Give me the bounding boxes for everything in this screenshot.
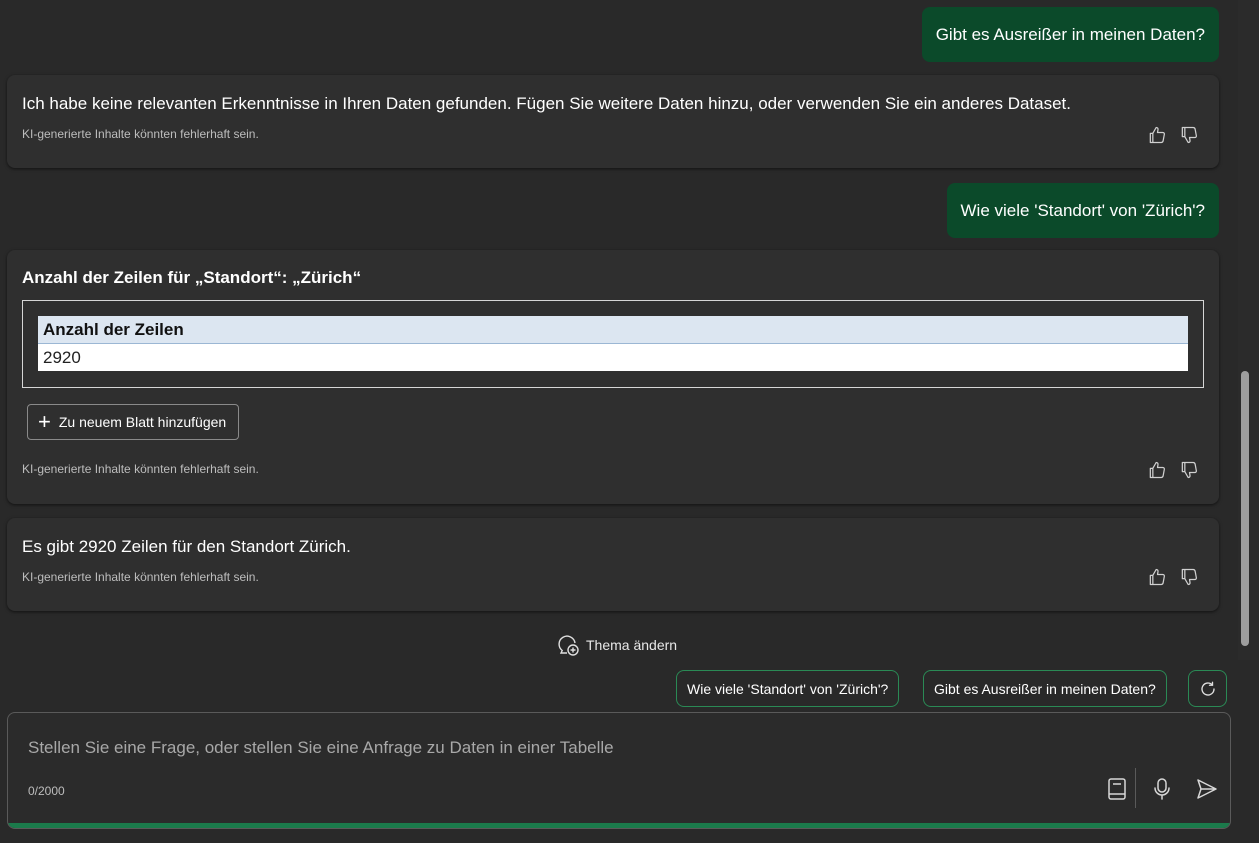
table-header: Anzahl der Zeilen (38, 316, 1188, 344)
result-table: Anzahl der Zeilen 2920 (38, 316, 1188, 371)
reply-text: Ich habe keine relevanten Erkenntnisse i… (22, 94, 1072, 113)
microphone-icon (1154, 778, 1170, 800)
add-to-new-sheet-button[interactable]: + Zu neuem Blatt hinzufügen (27, 404, 240, 440)
thumbs-down-icon[interactable] (1178, 124, 1200, 146)
thumbs-down-icon[interactable] (1178, 566, 1200, 588)
prompt-input[interactable] (28, 738, 1028, 758)
prompt-guide-button[interactable] (1103, 775, 1131, 803)
plus-icon: + (38, 409, 51, 434)
user-message: Wie viele 'Standort' von 'Zürich'? (946, 183, 1219, 238)
thumbs-up-icon[interactable] (1146, 459, 1168, 481)
scrollbar-thumb[interactable] (1241, 371, 1249, 646)
reply-text: Es gibt 2920 Zeilen für den Standort Zür… (22, 537, 351, 556)
send-icon (1197, 779, 1217, 799)
suggestion-chip[interactable]: Wie viele 'Standort' von 'Zürich'? (676, 670, 900, 707)
thumbs-down-icon[interactable] (1178, 459, 1200, 481)
result-table-frame: Anzahl der Zeilen 2920 (22, 300, 1204, 388)
suggestion-label: Wie viele 'Standort' von 'Zürich'? (687, 680, 889, 697)
send-button[interactable] (1193, 775, 1221, 803)
message-composer: 0/2000 (7, 712, 1231, 829)
table-cell: 2920 (38, 344, 1188, 371)
user-message-text: Gibt es Ausreißer in meinen Daten? (935, 24, 1205, 44)
character-counter: 0/2000 (28, 784, 65, 798)
composer-accent-bar (8, 823, 1230, 828)
user-message: Gibt es Ausreißer in meinen Daten? (921, 7, 1219, 62)
thumbs-up-icon[interactable] (1146, 566, 1168, 588)
assistant-reply-card: Anzahl der Zeilen für „Standort“: „Züric… (7, 250, 1219, 504)
change-topic-button[interactable]: Thema ändern (556, 633, 677, 657)
result-title: Anzahl der Zeilen für „Standort“: „Züric… (22, 268, 362, 287)
suggestion-chip[interactable]: Gibt es Ausreißer in meinen Daten? (923, 670, 1167, 707)
refresh-icon (1200, 681, 1215, 696)
ai-disclaimer: KI-generierte Inhalte könnten fehlerhaft… (22, 570, 259, 584)
ai-disclaimer: KI-generierte Inhalte könnten fehlerhaft… (22, 127, 259, 141)
assistant-reply-card: Es gibt 2920 Zeilen für den Standort Zür… (7, 518, 1219, 611)
user-message-text: Wie viele 'Standort' von 'Zürich'? (960, 200, 1205, 220)
change-topic-label: Thema ändern (586, 637, 678, 653)
book-icon (1108, 778, 1126, 800)
ai-disclaimer: KI-generierte Inhalte könnten fehlerhaft… (22, 462, 259, 476)
assistant-reply-card: Ich habe keine relevanten Erkenntnisse i… (7, 75, 1219, 168)
add-to-new-sheet-label: Zu neuem Blatt hinzufügen (58, 414, 227, 430)
composer-divider (1135, 768, 1136, 808)
thumbs-up-icon[interactable] (1146, 124, 1168, 146)
suggestion-label: Gibt es Ausreißer in meinen Daten? (934, 680, 1156, 697)
refresh-suggestions-button[interactable] (1188, 670, 1227, 707)
microphone-button[interactable] (1148, 775, 1176, 803)
chat-add-icon (558, 635, 579, 656)
